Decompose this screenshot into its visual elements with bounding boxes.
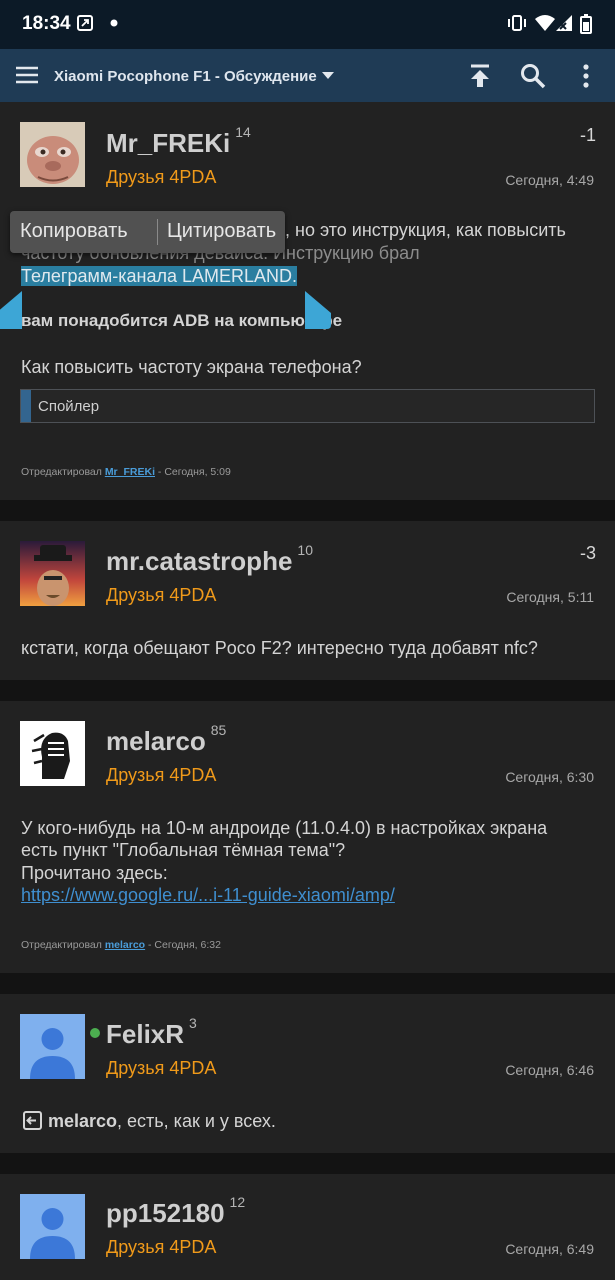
post-date: Сегодня, 6:49: [505, 1241, 594, 1257]
username[interactable]: melarco 85: [106, 722, 226, 757]
online-status-indicator: [90, 1028, 100, 1038]
menu-icon[interactable]: [15, 65, 39, 85]
reputation-count: 14: [235, 124, 251, 140]
text-selection-menu: Копировать Цитировать: [10, 211, 285, 253]
notification-dot-icon: [110, 19, 118, 27]
avatar[interactable]: [20, 721, 85, 786]
edited-time: - Сегодня, 5:09: [155, 466, 231, 478]
post-text-line: есть пункт "Глобальная тёмная тема"?: [21, 840, 346, 860]
editor-link[interactable]: melarco: [105, 939, 145, 951]
signal-icon: [556, 15, 572, 31]
post-rating[interactable]: -3: [580, 543, 596, 564]
reply-text: , есть, как и у всех.: [117, 1111, 276, 1131]
post-card: melarco 85 Друзья 4PDA Сегодня, 6:30 У ко…: [0, 701, 615, 973]
status-time: 18:34: [22, 13, 71, 34]
topic-title[interactable]: Xiaomi Pocophone F1 - Обсуждение: [54, 68, 317, 85]
username-text[interactable]: melarco: [106, 726, 206, 756]
quote-button[interactable]: Цитировать: [167, 220, 276, 243]
edited-prefix: Отредактировал: [21, 939, 102, 951]
selected-text[interactable]: Телеграмм-канала LAMERLAND.: [21, 266, 298, 286]
user-group: Друзья 4PDA: [106, 167, 217, 187]
post-text-line: Прочитано здесь:: [21, 863, 168, 883]
scroll-to-top-icon[interactable]: [468, 64, 492, 88]
selection-start-handle[interactable]: [0, 291, 22, 329]
post-text-line: Телеграмм-канала LAMERLAND.: [21, 265, 597, 287]
avatar[interactable]: [20, 541, 85, 606]
post-date: Сегодня, 6:30: [505, 769, 594, 785]
reputation-count: 3: [189, 1015, 197, 1031]
post-date: Сегодня, 4:49: [505, 172, 594, 188]
editor-link[interactable]: Mr_FREKi: [105, 466, 155, 478]
more-options-icon[interactable]: [582, 64, 590, 88]
user-group: Друзья 4PDA: [106, 585, 217, 605]
username-text[interactable]: Mr_FREKi: [106, 128, 230, 158]
post-text-line: https://www.google.ru/...i-11-guide-xiao…: [21, 884, 597, 906]
search-icon[interactable]: [520, 63, 546, 89]
user-group: Друзья 4PDA: [106, 1237, 217, 1257]
post-text-line: Как повысить частоту экрана телефона?: [21, 357, 362, 377]
reputation-count: 10: [297, 542, 313, 558]
screenshot-icon: [77, 15, 93, 31]
status-bar: 18:34: [0, 0, 615, 49]
menu-divider: [157, 219, 158, 245]
avatar[interactable]: [20, 1194, 85, 1259]
reputation-count: 85: [210, 722, 227, 738]
edited-prefix: Отредактировал: [21, 466, 102, 478]
post-date: Сегодня, 6:46: [505, 1062, 594, 1078]
edited-time: - Сегодня, 6:32: [145, 939, 221, 951]
username[interactable]: FelixR 3: [106, 1015, 197, 1050]
selection-end-handle[interactable]: [305, 291, 331, 329]
post-text-line: У кого-нибудь на 10-м андроиде (11.0.4.0…: [21, 818, 548, 838]
username[interactable]: mr.catastrophe 10: [106, 542, 313, 577]
username[interactable]: Mr_FREKi 14: [106, 124, 251, 159]
post-text-line: melarco, есть, как и у всех.: [21, 1110, 597, 1132]
username[interactable]: pp152180 12: [106, 1194, 245, 1229]
spoiler-block[interactable]: Спойлер: [20, 389, 595, 423]
edited-note: Отредактировал melarco - Сегодня, 6:32: [21, 939, 221, 951]
copy-button[interactable]: Копировать: [20, 220, 128, 243]
user-group: Друзья 4PDA: [106, 1058, 217, 1078]
avatar[interactable]: [20, 1014, 85, 1079]
spoiler-bar: [21, 390, 31, 422]
username-text[interactable]: pp152180: [106, 1198, 225, 1228]
battery-icon: [580, 14, 592, 34]
reputation-count: 12: [229, 1194, 246, 1210]
post-card: FelixR 3 Друзья 4PDA Сегодня, 6:46 melarc…: [0, 994, 615, 1153]
post-link[interactable]: https://www.google.ru/...i-11-guide-xiao…: [21, 885, 395, 905]
app-toolbar: Xiaomi Pocophone F1 - Обсуждение: [0, 49, 615, 102]
spoiler-label: Спойлер: [38, 398, 100, 415]
post-date: Сегодня, 5:11: [506, 589, 594, 605]
avatar[interactable]: [20, 122, 85, 187]
wifi-icon: [535, 15, 555, 31]
reply-username[interactable]: melarco: [48, 1111, 117, 1131]
user-group: Друзья 4PDA: [106, 765, 217, 785]
chevron-down-icon[interactable]: [322, 72, 334, 80]
vibrate-icon: [508, 15, 526, 31]
post-rating[interactable]: -1: [580, 125, 596, 146]
post-text-line: кстати, когда обещают Poco F2? интересно…: [21, 638, 538, 658]
username-text[interactable]: FelixR: [106, 1019, 184, 1049]
post-card: mr.catastrophe 10 Друзья 4PDA -3 Сегодня,…: [0, 521, 615, 680]
post-card: pp152180 12 Друзья 4PDA Сегодня, 6:49: [0, 1174, 615, 1280]
reply-link-icon[interactable]: [23, 1111, 42, 1130]
edited-note: Отредактировал Mr_FREKi - Сегодня, 5:09: [21, 466, 231, 478]
username-text[interactable]: mr.catastrophe: [106, 546, 292, 576]
